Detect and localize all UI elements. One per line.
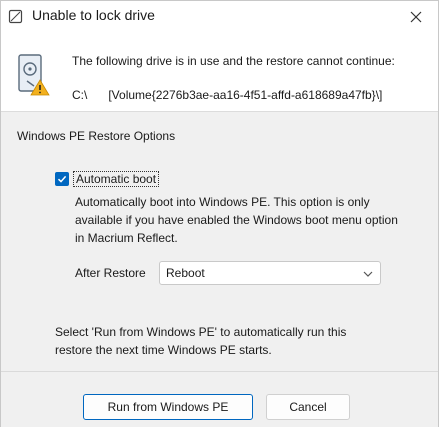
checkmark-icon — [57, 175, 67, 183]
volume-id: [Volume{2276b3ae-aa16-4f51-affd-a618689a… — [108, 88, 383, 102]
window-title: Unable to lock drive — [32, 7, 155, 23]
run-hint: Select 'Run from Windows PE' to automati… — [55, 325, 347, 357]
close-button[interactable] — [394, 1, 438, 32]
drive-warning-icon — [18, 54, 50, 96]
after-restore-label: After Restore — [75, 266, 146, 280]
drive-letter: C:\ — [72, 88, 88, 102]
after-restore-value: Reboot — [166, 266, 205, 280]
dialog-window: Unable to lock drive The following drive… — [0, 0, 439, 427]
title-bar: Unable to lock drive — [1, 1, 438, 32]
app-icon — [8, 9, 23, 24]
automatic-boot-option[interactable]: Automatic boot — [55, 171, 160, 187]
automatic-boot-label[interactable]: Automatic boot — [73, 171, 160, 187]
automatic-boot-checkbox[interactable] — [55, 172, 69, 186]
message-panel: The following drive is in use and the re… — [1, 32, 438, 112]
chevron-down-icon — [363, 271, 373, 277]
automatic-boot-description: Automatically boot into Windows PE. This… — [75, 195, 398, 245]
drive-info: C:\ [Volume{2276b3ae-aa16-4f51-affd-a618… — [72, 88, 382, 102]
restore-options-heading: Windows PE Restore Options — [17, 129, 176, 143]
cancel-button[interactable]: Cancel — [266, 394, 350, 420]
after-restore-select[interactable]: Reboot — [159, 261, 381, 285]
close-icon — [410, 11, 422, 22]
warning-message: The following drive is in use and the re… — [72, 54, 395, 68]
run-from-windows-pe-button[interactable]: Run from Windows PE — [83, 394, 253, 420]
button-bar: Run from Windows PE Cancel — [1, 371, 438, 427]
